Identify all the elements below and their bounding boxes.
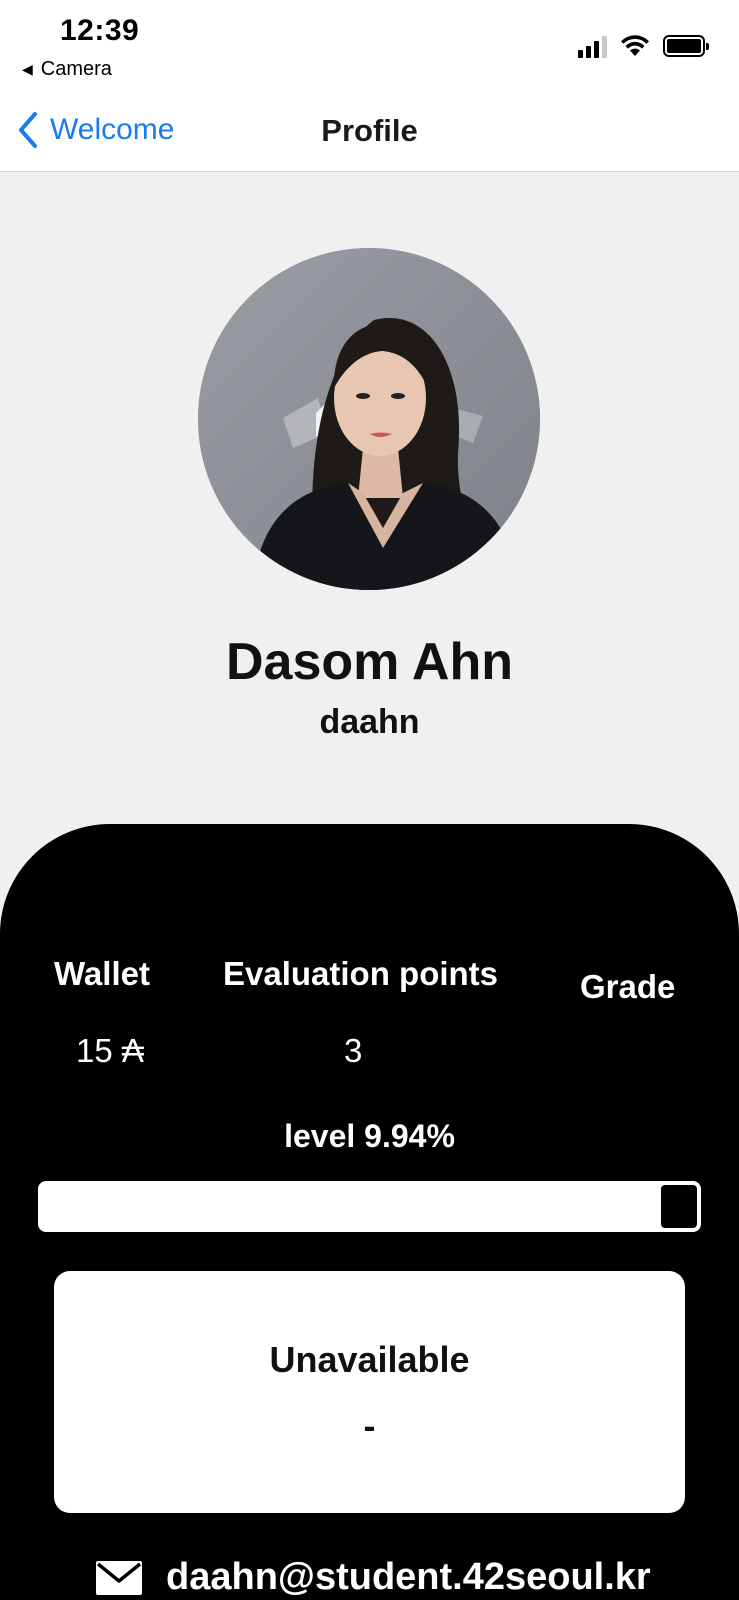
profile-screen: 12:39 ◀ Camera Welcome Profile Dasom Ahn… <box>0 0 739 1600</box>
status-card-subtitle: - <box>363 1405 376 1446</box>
level-progress-bar <box>38 1181 701 1232</box>
evaluation-points-value: 3 <box>344 1032 363 1069</box>
return-to-app-link[interactable]: ◀ Camera <box>22 58 112 81</box>
page-title: Profile <box>321 113 418 148</box>
status-icons <box>578 34 709 58</box>
status-card-title: Unavailable <box>269 1339 470 1380</box>
grade-label: Grade <box>580 968 676 1005</box>
level-progress-knob <box>659 1183 699 1230</box>
email-address: daahn@student.42seoul.kr <box>166 1556 651 1598</box>
return-app-label: Camera <box>40 58 112 80</box>
navigation-bar: Welcome Profile <box>0 100 739 172</box>
evaluation-points-label: Evaluation points <box>223 955 499 992</box>
login-name: daahn <box>319 703 420 741</box>
battery-icon <box>663 35 709 57</box>
avatar-photo <box>198 248 540 590</box>
cellular-signal-icon <box>578 34 607 58</box>
email-row[interactable]: daahn@student.42seoul.kr <box>96 1556 651 1599</box>
status-card: Unavailable - <box>54 1271 685 1513</box>
status-bar: 12:39 ◀ Camera <box>0 0 739 100</box>
avatar <box>198 248 540 590</box>
full-name: Dasom Ahn <box>226 633 513 691</box>
wifi-icon <box>621 35 649 56</box>
wallet-label: Wallet <box>54 955 150 992</box>
wallet-value: 15 ₳ <box>76 1032 144 1069</box>
back-triangle-icon: ◀ <box>22 61 33 77</box>
mail-icon <box>96 1560 142 1595</box>
status-time: 12:39 <box>60 14 140 47</box>
level-text: level 9.94% <box>284 1118 455 1154</box>
